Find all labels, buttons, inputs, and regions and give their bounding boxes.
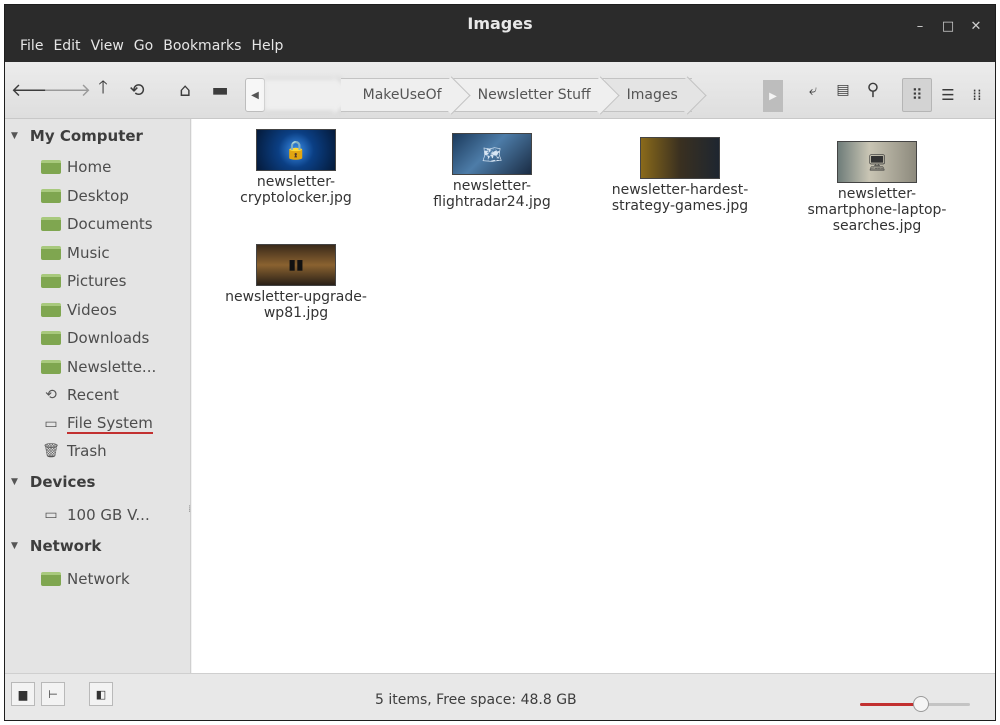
zoom-slider-fill bbox=[860, 703, 921, 706]
window-title: Images bbox=[467, 14, 533, 33]
window-controls: – □ ✕ bbox=[913, 19, 983, 34]
sidebar-section-my-computer[interactable]: ▼ My Computer bbox=[11, 127, 143, 145]
menu-file[interactable]: File bbox=[15, 38, 48, 54]
sidebar-item-music[interactable]: Music bbox=[41, 244, 110, 262]
sidebar-item-recent[interactable]: ⟲ Recent bbox=[41, 386, 119, 404]
search-icon[interactable]: ⚲ bbox=[861, 78, 885, 102]
expand-icon[interactable]: ▼ bbox=[11, 541, 18, 551]
sidebar-item-volume[interactable]: ▭ 100 GB V... bbox=[41, 506, 149, 524]
breadcrumb-scroll-left[interactable]: ◀ bbox=[245, 78, 265, 112]
toggle-sidebar-button[interactable]: ◧ bbox=[89, 682, 113, 706]
home-icon[interactable]: ⌂ bbox=[173, 78, 197, 102]
world-map-icon: 🗺 bbox=[481, 144, 503, 164]
file-item[interactable]: ▮▮ newsletter-upgrade- wp81.jpg bbox=[216, 244, 376, 321]
expand-icon[interactable]: ▼ bbox=[11, 477, 18, 487]
menu-go[interactable]: Go bbox=[129, 38, 158, 54]
breadcrumb-hidden[interactable] bbox=[265, 78, 341, 112]
arrow-up-icon[interactable]: 🡑 bbox=[91, 77, 115, 102]
status-text: 5 items, Free space: 48.8 GB bbox=[375, 692, 577, 708]
close-icon[interactable]: ✕ bbox=[969, 19, 983, 34]
file-item[interactable]: 🔒 newsletter- cryptolocker.jpg bbox=[226, 129, 366, 206]
videos-folder-icon bbox=[41, 303, 61, 317]
folder-icon bbox=[41, 160, 61, 174]
sidebar-icon: ◧ bbox=[95, 687, 107, 701]
show-treeview-button[interactable]: ⊢ bbox=[41, 682, 65, 706]
sidebar-item-file-system[interactable]: ▭ File System bbox=[41, 414, 153, 434]
zoom-slider[interactable] bbox=[860, 696, 970, 712]
sidebar-item-newsletter[interactable]: Newslette... bbox=[41, 358, 156, 376]
file-item[interactable]: newsletter-hardest- strategy-games.jpg bbox=[600, 137, 760, 214]
maximize-icon[interactable]: □ bbox=[941, 19, 955, 34]
menu-help[interactable]: Help bbox=[246, 38, 288, 54]
folder-icon bbox=[41, 360, 61, 374]
file-item[interactable]: 🖥 newsletter- smartphone-laptop- searche… bbox=[797, 141, 957, 234]
network-icon bbox=[41, 572, 61, 586]
drive-icon: ▭ bbox=[44, 507, 58, 523]
sidebar-section-network[interactable]: ▼ Network bbox=[11, 537, 101, 555]
music-folder-icon bbox=[41, 246, 61, 260]
expand-icon[interactable]: ▼ bbox=[11, 131, 18, 141]
sidebar-item-trash[interactable]: 🗑 Trash bbox=[41, 442, 107, 460]
title-bar: Images – □ ✕ File Edit View Go Bookmarks… bbox=[5, 5, 995, 62]
folder-icon bbox=[41, 217, 61, 231]
drive-icon: ▭ bbox=[44, 416, 58, 432]
sidebar-resize-handle[interactable]: ⁞ bbox=[188, 505, 191, 515]
menu-edit[interactable]: Edit bbox=[48, 38, 85, 54]
image-thumbnail: 🖥 bbox=[837, 141, 917, 183]
file-item[interactable]: 🗺 newsletter- flightradar24.jpg bbox=[422, 133, 562, 210]
sidebar-section-devices[interactable]: ▼ Devices bbox=[11, 473, 95, 491]
sidebar-item-pictures[interactable]: Pictures bbox=[41, 272, 126, 290]
breadcrumb-makeuseof[interactable]: MakeUseOf bbox=[340, 78, 456, 112]
folder-icon bbox=[41, 189, 61, 203]
arrow-right-icon[interactable]: 🡒 bbox=[43, 78, 91, 102]
sidebar-item-home[interactable]: Home bbox=[41, 158, 111, 176]
recent-icon: ⟲ bbox=[45, 387, 57, 403]
sidebar-item-videos[interactable]: Videos bbox=[41, 301, 117, 319]
icon-view-button[interactable]: ⠿ bbox=[902, 78, 932, 112]
sidebar-item-documents[interactable]: Documents bbox=[41, 215, 153, 233]
folder-icon: ▆ bbox=[18, 687, 28, 701]
tree-icon: ⊢ bbox=[48, 687, 58, 701]
list-view-button[interactable]: ☰ bbox=[933, 78, 963, 112]
menu-bookmarks[interactable]: Bookmarks bbox=[158, 38, 246, 54]
lock-icon: 🔒 bbox=[284, 139, 308, 161]
menu-bar: File Edit View Go Bookmarks Help bbox=[15, 38, 288, 54]
show-places-button[interactable]: ▆ bbox=[11, 682, 35, 706]
phone-icon: ▮▮ bbox=[288, 257, 304, 273]
breadcrumb: ◀ MakeUseOf Newsletter Stuff Images bbox=[245, 78, 692, 112]
minimize-icon[interactable]: – bbox=[913, 19, 927, 34]
image-thumbnail: 🗺 bbox=[452, 133, 532, 175]
sidebar: ▼ My Computer Home Desktop Documents Mus… bbox=[5, 119, 191, 673]
file-view[interactable]: 🔒 newsletter- cryptolocker.jpg 🗺 newslet… bbox=[192, 119, 995, 673]
sidebar-item-downloads[interactable]: Downloads bbox=[41, 329, 149, 347]
computer-icon[interactable]: ▬ bbox=[208, 78, 232, 102]
monitor-icon: 🖥 bbox=[866, 152, 888, 172]
image-thumbnail bbox=[640, 137, 720, 179]
connect-server-icon[interactable]: ▤ bbox=[831, 78, 855, 102]
sidebar-item-desktop[interactable]: Desktop bbox=[41, 187, 129, 205]
reload-icon[interactable]: ⟲ bbox=[125, 78, 149, 102]
menu-view[interactable]: View bbox=[86, 38, 129, 54]
sidebar-item-network[interactable]: Network bbox=[41, 570, 130, 588]
open-terminal-icon[interactable]: ⤶ bbox=[801, 78, 825, 102]
pictures-folder-icon bbox=[41, 274, 61, 288]
toolbar: 🡐 🡒 🡑 ⟲ ⌂ ▬ ◀ MakeUseOf Newsletter Stuff… bbox=[5, 62, 995, 119]
status-bar: ▆ ⊢ ◧ 5 items, Free space: 48.8 GB bbox=[5, 673, 995, 720]
zoom-slider-handle[interactable] bbox=[912, 696, 929, 712]
breadcrumb-scroll-right[interactable]: ▶ bbox=[763, 80, 783, 112]
trash-icon: 🗑 bbox=[42, 443, 60, 459]
file-manager-window: Images – □ ✕ File Edit View Go Bookmarks… bbox=[4, 4, 996, 721]
image-thumbnail: 🔒 bbox=[256, 129, 336, 171]
downloads-folder-icon bbox=[41, 331, 61, 345]
image-thumbnail: ▮▮ bbox=[256, 244, 336, 286]
breadcrumb-newsletter-stuff[interactable]: Newsletter Stuff bbox=[455, 78, 605, 112]
compact-view-button[interactable]: ⁞⁞ bbox=[962, 78, 992, 112]
